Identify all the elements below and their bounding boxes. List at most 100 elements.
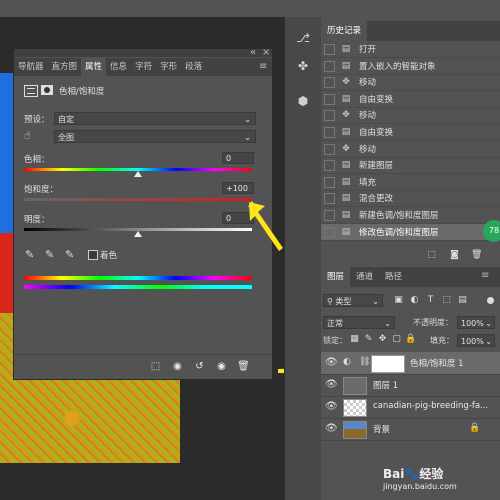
filter-type-icon[interactable]: T	[425, 295, 436, 306]
fill-label: 填充：	[430, 336, 454, 345]
tab-glyphs[interactable]: 字形	[156, 58, 181, 76]
history-item[interactable]: ▤ 自由变换	[321, 124, 500, 141]
history-item[interactable]: ▤ 打开	[321, 41, 500, 58]
history-source-checkbox[interactable]	[324, 176, 335, 188]
history-source-checkbox[interactable]	[324, 143, 335, 155]
layer-thumbnail	[343, 377, 367, 395]
eye-icon[interactable]: 👁	[325, 379, 338, 391]
opacity-field[interactable]: 100% ⌄	[457, 316, 495, 329]
history-item[interactable]: ▤ 混合更改	[321, 190, 500, 208]
eye-icon[interactable]: 👁	[325, 423, 338, 435]
lock-position-icon[interactable]: ✥	[377, 334, 388, 345]
filter-adjustment-icon[interactable]: ◐	[409, 295, 420, 306]
brush-panel-icon[interactable]: ✤	[294, 57, 312, 75]
layer-mask-thumbnail[interactable]	[371, 355, 405, 373]
panel-collapse-icon[interactable]: «	[250, 48, 256, 58]
history-source-checkbox[interactable]	[324, 127, 335, 138]
history-item[interactable]: ▤ 置入嵌入的智能对象	[321, 58, 500, 75]
tab-paragraph[interactable]: 段落	[181, 58, 206, 76]
panel-menu-icon[interactable]: ≡	[259, 61, 267, 72]
delete-trash-icon[interactable]: 🗑	[237, 360, 250, 373]
delete-trash-icon[interactable]: 🗑	[471, 250, 482, 261]
history-source-checkbox[interactable]	[324, 44, 335, 55]
lock-pixels-icon[interactable]: ✎	[363, 334, 374, 345]
tab-histogram[interactable]: 直方图	[48, 58, 82, 76]
history-source-checkbox[interactable]	[324, 193, 335, 205]
history-item-label: 移动	[359, 78, 377, 89]
link-icon[interactable]: ⛓	[359, 357, 370, 367]
fill-field[interactable]: 100% ⌄	[457, 334, 495, 347]
tab-channels[interactable]: 通道	[350, 267, 379, 287]
eyedropper-icon[interactable]: ✎	[25, 248, 34, 261]
history-item[interactable]: ▤ 填充	[321, 174, 500, 191]
filter-pixel-icon[interactable]: ▣	[393, 295, 404, 306]
history-source-checkbox[interactable]	[324, 160, 335, 172]
camera-icon[interactable]: ◙	[449, 250, 460, 261]
layer-row-layer1[interactable]: 👁 图层 1	[321, 374, 500, 397]
lock-label: 锁定：	[323, 336, 347, 345]
targeted-adjustment-hand-icon[interactable]: ☝	[24, 129, 31, 142]
view-previous-icon[interactable]: ◉	[171, 360, 184, 373]
history-item[interactable]: ✥ 移动	[321, 107, 500, 125]
history-panel-icon[interactable]: ⎇	[294, 29, 312, 47]
layer-row-background[interactable]: 👁 背景 🔒	[321, 418, 500, 441]
hue-slider-thumb[interactable]	[134, 171, 142, 177]
snapshot-icon[interactable]: ⬚	[426, 250, 437, 261]
tab-info[interactable]: 信息	[106, 58, 131, 76]
panel-menu-icon[interactable]: ≡	[481, 270, 489, 281]
history-item[interactable]: ✥ 移动	[321, 74, 500, 92]
baidu-watermark: Bai🐾经验 jingyan.baidu.com	[383, 467, 457, 491]
lightness-slider-thumb[interactable]	[134, 231, 142, 237]
filter-smartobject-icon[interactable]: ▤	[457, 295, 468, 306]
lock-transparent-icon[interactable]: ▦	[349, 334, 360, 345]
history-item[interactable]: ▤ 自由变换	[321, 91, 500, 108]
history-source-checkbox[interactable]	[324, 210, 335, 221]
tab-navigator[interactable]: 导航器	[14, 58, 48, 76]
preset-dropdown[interactable]: 自定 ⌄	[54, 112, 256, 125]
lock-artboard-icon[interactable]: ▢	[391, 334, 402, 345]
eyedropper-minus-icon[interactable]: ✎	[65, 248, 74, 261]
filter-shape-icon[interactable]: ⬚	[441, 295, 452, 306]
hue-value-field[interactable]: 0	[222, 152, 254, 164]
blend-mode-dropdown[interactable]: 正常 ⌄	[323, 316, 395, 329]
history-item[interactable]: ▤ 新建图层	[321, 157, 500, 175]
history-source-checkbox[interactable]	[324, 93, 335, 105]
saturation-slider-track[interactable]	[24, 198, 252, 201]
preset-label: 预设：	[24, 115, 50, 125]
reset-icon[interactable]: ↺	[193, 360, 206, 373]
layer-row-smart-object[interactable]: 👁 canadian-pig-breeding-fa...	[321, 396, 500, 419]
visibility-eye-icon[interactable]: ◉	[215, 360, 228, 373]
history-item[interactable]: ▤ 新建色调/饱和度图层	[321, 207, 500, 224]
history-item[interactable]: ▤ 修改色调/饱和度图层	[321, 223, 500, 241]
history-source-checkbox[interactable]	[324, 60, 335, 72]
eyedropper-plus-icon[interactable]: ✎	[45, 248, 54, 261]
doc-icon: ▤	[341, 226, 351, 237]
history-source-checkbox[interactable]	[324, 226, 335, 238]
tab-properties[interactable]: 属性	[81, 58, 107, 76]
tab-paths[interactable]: 路径	[379, 267, 408, 287]
panel-header-bar: « ×	[14, 48, 272, 58]
eye-icon[interactable]: 👁	[325, 357, 338, 369]
layer-filter-dropdown[interactable]: ⚲ 类型 ⌄	[323, 294, 383, 307]
history-item[interactable]: ✥ 移动	[321, 141, 500, 158]
tab-layers[interactable]: 图层	[321, 267, 351, 287]
input-color-bar	[24, 276, 252, 280]
history-source-checkbox[interactable]	[324, 110, 335, 122]
3d-cube-icon[interactable]: ⬢	[294, 92, 312, 110]
history-item-label: 新建色调/饱和度图层	[359, 211, 439, 221]
properties-bottom-bar: ⬚ ◉ ↺ ◉ 🗑	[14, 354, 272, 379]
history-source-checkbox[interactable]	[324, 77, 335, 89]
panel-close-icon[interactable]: ×	[262, 48, 270, 58]
range-dropdown[interactable]: 全图 ⌄	[54, 130, 256, 143]
saturation-value-field[interactable]: +100	[222, 182, 254, 194]
lock-all-icon[interactable]: 🔒	[405, 334, 416, 345]
layer-name: 色相/饱和度 1	[410, 359, 464, 369]
layer-row-hue-saturation[interactable]: 👁 ◐ ⛓ 色相/饱和度 1	[321, 352, 500, 375]
tab-character[interactable]: 字符	[131, 58, 156, 76]
filter-toggle[interactable]	[487, 297, 494, 304]
eye-icon[interactable]: 👁	[325, 401, 338, 413]
clip-to-layer-icon[interactable]: ⬚	[149, 360, 162, 373]
mask-icon[interactable]	[41, 85, 53, 95]
colorize-checkbox[interactable]	[88, 250, 98, 260]
tab-history[interactable]: 历史记录	[321, 21, 368, 41]
